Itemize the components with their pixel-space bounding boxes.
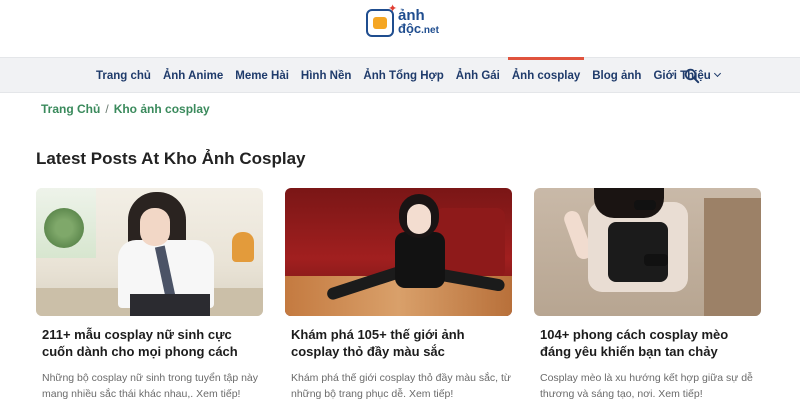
camera-logo-icon: ✦: [366, 4, 397, 37]
post-card[interactable]: 104+ phong cách cosplay mèo đáng yêu khi…: [534, 188, 761, 404]
post-grid: 211+ mẫu cosplay nữ sinh cực cuốn dành c…: [36, 188, 761, 404]
nav-item-blog-anh[interactable]: Blog ảnh: [586, 58, 647, 94]
site-logo[interactable]: ✦ ảnh độc.net: [366, 4, 439, 40]
logo-line2: độc.net: [398, 21, 439, 36]
nav-item-trang-chu[interactable]: Trang chủ: [90, 58, 157, 94]
main-navigation: Trang chủ Ảnh Anime Meme Hài Hình Nền Ản…: [0, 57, 800, 93]
post-excerpt: Cosplay mèo là xu hướng kết hợp giữa sự …: [540, 372, 753, 400]
post-title[interactable]: 211+ mẫu cosplay nữ sinh cực cuốn dành c…: [36, 326, 263, 362]
post-excerpt: Khám phá thế giới cosplay thỏ đầy màu sắ…: [291, 372, 511, 400]
logo-tld: .net: [421, 25, 439, 36]
section-title: Latest Posts At Kho Ảnh Cosplay: [36, 149, 306, 168]
search-icon[interactable]: [684, 68, 700, 84]
post-card[interactable]: 211+ mẫu cosplay nữ sinh cực cuốn dành c…: [36, 188, 263, 404]
breadcrumb: Trang Chủ / Kho ảnh cosplay: [41, 102, 210, 116]
nav-item-meme-hai[interactable]: Meme Hài: [229, 58, 295, 94]
nav-item-anh-tong-hop[interactable]: Ảnh Tổng Hợp: [357, 58, 449, 94]
nav-item-anh-anime[interactable]: Ảnh Anime: [157, 58, 229, 94]
post-excerpt: Những bộ cosplay nữ sinh trong tuyển tập…: [42, 372, 259, 400]
site-header: ✦ ảnh độc.net: [0, 0, 800, 56]
nav-item-hinh-nen[interactable]: Hình Nền: [295, 58, 357, 94]
post-thumbnail[interactable]: [534, 188, 761, 316]
nav-item-anh-cosplay[interactable]: Ảnh cosplay: [506, 57, 586, 94]
post-card[interactable]: Khám phá 105+ thế giới ảnh cosplay thỏ đ…: [285, 188, 512, 404]
nav-item-anh-gai[interactable]: Ảnh Gái: [450, 58, 506, 94]
post-title[interactable]: 104+ phong cách cosplay mèo đáng yêu khi…: [534, 326, 761, 362]
logo-wordmark: ảnh độc.net: [398, 8, 439, 37]
chevron-down-icon: [713, 69, 721, 78]
nav-list: Trang chủ Ảnh Anime Meme Hài Hình Nền Ản…: [90, 57, 726, 94]
post-thumbnail[interactable]: [285, 188, 512, 316]
post-thumbnail[interactable]: [36, 188, 263, 316]
breadcrumb-current[interactable]: Kho ảnh cosplay: [114, 102, 210, 116]
breadcrumb-separator: /: [105, 102, 109, 116]
post-title[interactable]: Khám phá 105+ thế giới ảnh cosplay thỏ đ…: [285, 326, 512, 362]
nav-item-gioi-thieu-label: Giới Thiệu: [653, 70, 711, 82]
breadcrumb-home-link[interactable]: Trang Chủ: [41, 102, 100, 116]
